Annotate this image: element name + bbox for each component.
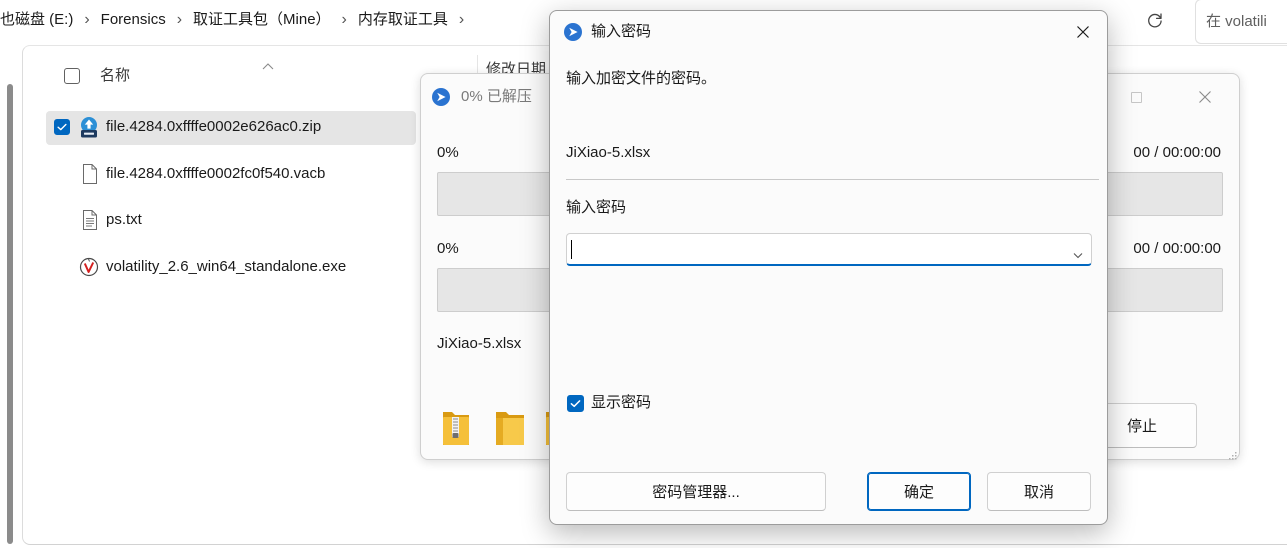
app-icon: [563, 22, 583, 42]
current-file-name: JiXiao-5.xlsx: [437, 335, 522, 352]
folder-icon: [494, 409, 526, 447]
show-password-checkbox[interactable]: [567, 395, 584, 412]
ok-button[interactable]: 确定: [867, 472, 971, 511]
app-icon: [431, 87, 451, 107]
password-prompt: 输入加密文件的密码。: [566, 70, 717, 87]
file-name[interactable]: volatility_2.6_win64_standalone.exe: [106, 257, 346, 277]
breadcrumb-item-drive[interactable]: 也磁盘 (E:): [0, 10, 73, 30]
breadcrumb-separator[interactable]: ›: [84, 10, 89, 30]
select-all-checkbox[interactable]: [64, 68, 80, 84]
navigation-pane-scrollbar[interactable]: [7, 84, 13, 544]
column-header-name[interactable]: 名称: [100, 66, 130, 86]
file-row[interactable]: [46, 204, 416, 238]
password-combobox[interactable]: [566, 233, 1092, 266]
maximize-icon[interactable]: [1131, 92, 1142, 103]
dialog-title: 0% 已解压: [461, 88, 532, 105]
archive-file-name: JiXiao-5.xlsx: [566, 144, 651, 161]
text-file-icon: [79, 209, 101, 231]
show-password-label[interactable]: 显示密码: [591, 393, 651, 413]
file-icon: [79, 163, 101, 185]
progress-percent: 0%: [437, 144, 459, 161]
progress-time: 00 / 00:00:00: [1133, 144, 1221, 161]
close-icon[interactable]: [1076, 25, 1090, 39]
zip-archive-icon: [78, 116, 100, 138]
file-name[interactable]: ps.txt: [106, 210, 142, 230]
breadcrumb-item-forensics[interactable]: Forensics: [101, 10, 166, 30]
search-input[interactable]: [1196, 0, 1287, 43]
refresh-icon[interactable]: [1146, 11, 1164, 29]
chevron-up-icon: [262, 57, 274, 70]
chevron-down-icon[interactable]: [1073, 246, 1083, 259]
password-input[interactable]: [567, 234, 1091, 264]
divider: [566, 179, 1099, 180]
row-checkbox[interactable]: [54, 119, 70, 135]
volatility-exe-icon: [78, 256, 100, 278]
close-icon[interactable]: [1198, 90, 1212, 104]
text-caret: [571, 240, 572, 259]
resize-grip[interactable]: [1227, 447, 1237, 460]
password-dialog: 输入密码 输入加密文件的密码。 JiXiao-5.xlsx 输入密码 显示密码 …: [549, 10, 1108, 525]
password-manager-button[interactable]: 密码管理器...: [566, 472, 826, 511]
file-name[interactable]: file.4284.0xffffe0002fc0f540.vacb: [106, 164, 325, 184]
password-label: 输入密码: [566, 199, 627, 216]
breadcrumb-separator[interactable]: ›: [342, 10, 347, 30]
search-box[interactable]: [1195, 0, 1287, 44]
dialog-title: 输入密码: [591, 23, 652, 40]
breadcrumb-separator[interactable]: ›: [177, 10, 182, 30]
file-name[interactable]: file.4284.0xffffe0002e626ac0.zip: [106, 117, 321, 137]
cancel-button[interactable]: 取消: [987, 472, 1091, 511]
breadcrumb-item-memory-tools[interactable]: 内存取证工具: [358, 10, 448, 30]
progress-percent: 0%: [437, 240, 459, 257]
progress-time: 00 / 00:00:00: [1133, 240, 1221, 257]
breadcrumb-separator[interactable]: ›: [459, 10, 464, 30]
breadcrumb[interactable]: 也磁盘 (E:) › Forensics › 取证工具包（Mine） › 内存取…: [0, 10, 464, 30]
archive-folder-icon: [441, 409, 471, 447]
breadcrumb-item-toolkit[interactable]: 取证工具包（Mine）: [193, 10, 331, 30]
